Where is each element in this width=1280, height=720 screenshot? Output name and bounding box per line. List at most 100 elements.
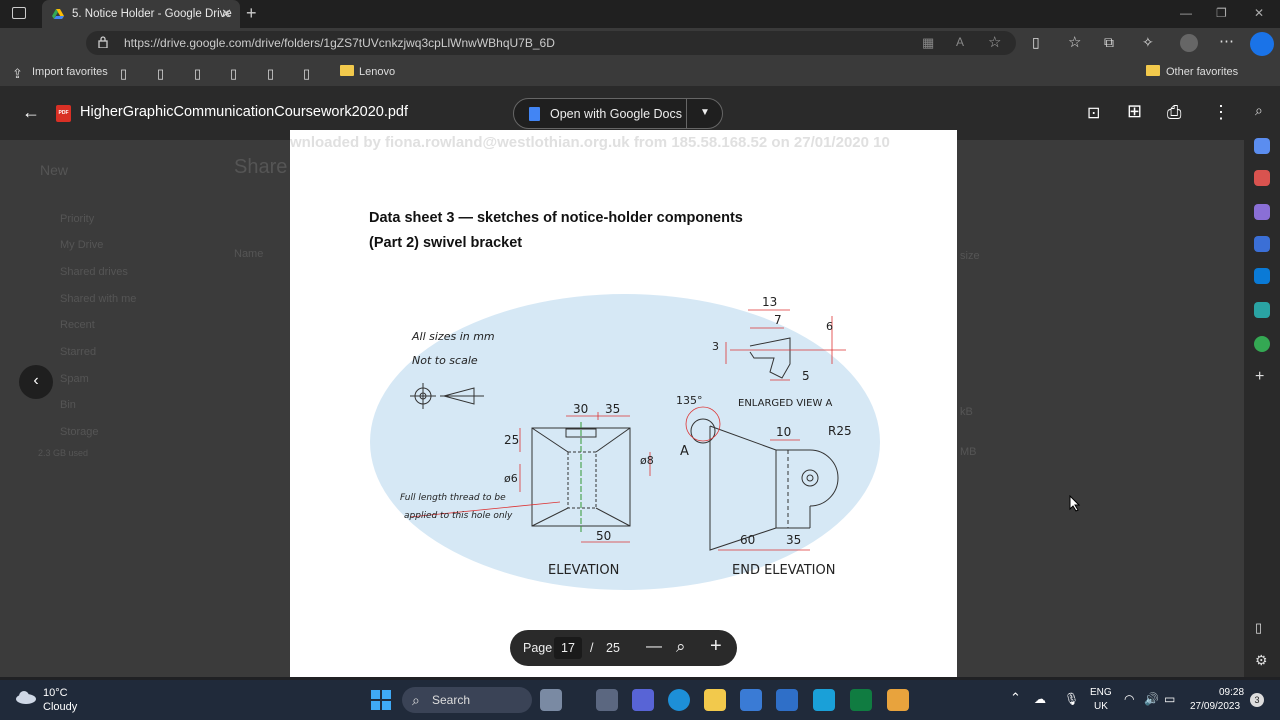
close-tab-icon[interactable]: ✕ [221,6,232,22]
excel-icon[interactable] [850,689,872,711]
dim-13: 13 [762,295,777,309]
more-menu-icon[interactable]: ⋯ [1219,32,1234,50]
app-i-icon[interactable] [887,689,909,711]
add-icon[interactable]: + [1255,368,1264,386]
clock-date[interactable]: 27/09/2023 [1190,701,1240,712]
taskbar-search-label: Search [432,693,471,707]
name-column: Name [234,248,264,260]
teams-icon[interactable] [632,689,654,711]
bookmark-page-icon[interactable]: ▯ [157,66,164,82]
windows-start-icon[interactable] [371,690,391,710]
tools-icon[interactable] [1254,170,1270,186]
tab-actions-icon[interactable] [12,7,26,19]
print-icon[interactable]: ⎙ [1167,102,1181,123]
collections-icon[interactable]: ⧉ [1104,34,1114,51]
folder-icon [340,65,354,76]
nav-recent: Recent [60,319,95,331]
nav-priority: Priority [60,213,95,225]
nav-shared-with-me: Shared with me [60,293,137,305]
note-scale: Not to scale [412,354,478,367]
minimize-icon[interactable]: — [1180,6,1192,20]
sheet-title: Data sheet 3 — sketches of notice-holder… [369,210,743,226]
sidebar-toggle-icon[interactable]: ▯ [1255,620,1262,636]
bookmark-import-favorites[interactable]: Import favorites [32,66,108,78]
language-2[interactable]: UK [1094,701,1108,712]
tab-title: 5. Notice Holder - Google Drive [72,8,232,20]
more-actions-icon[interactable]: ⋮ [1212,102,1230,123]
split-screen-icon[interactable]: ▯ [1032,34,1040,51]
maximize-icon[interactable]: ❐ [1216,6,1227,20]
bookmark-page-icon[interactable]: ▯ [267,66,274,82]
read-aloud-icon[interactable]: A [956,35,964,49]
dim-135: 135° [676,394,703,407]
mail-icon[interactable] [776,689,798,711]
send-icon[interactable] [1254,302,1270,318]
file-explorer-icon[interactable] [704,689,726,711]
dim-dia6: ø6 [504,472,518,485]
tree-icon[interactable] [1254,336,1270,352]
app-l-icon[interactable] [813,689,835,711]
store-icon[interactable] [740,689,762,711]
clock-time[interactable]: 09:28 [1219,687,1244,698]
note-sizes: All sizes in mm [411,330,495,343]
chevron-up-icon[interactable]: ⌃ [1010,690,1021,706]
close-window-icon[interactable]: ✕ [1254,6,1264,20]
copilot-side-icon[interactable] [1254,236,1270,252]
dim-30: 30 [573,402,588,416]
settings-icon[interactable]: ⚙ [1255,652,1268,669]
url-field[interactable]: https://drive.google.com/drive/folders/1… [86,31,1016,55]
browser-tab[interactable]: 5. Notice Holder - Google Drive ✕ [42,0,240,28]
bookmarks-bar: ⇪ Import favorites ▯ ▯ ▯ ▯ ▯ ▯ Lenovo Ot… [0,58,1280,86]
edge-icon[interactable] [668,689,690,711]
onedrive-icon[interactable]: ☁ [1034,692,1046,706]
bookmark-lenovo[interactable]: Lenovo [359,66,395,78]
profile-avatar[interactable] [1180,34,1198,52]
games-icon[interactable] [1254,204,1270,220]
wifi-icon[interactable]: ◠ [1124,692,1134,706]
zoom-in-icon[interactable]: + [710,635,722,658]
add-to-drive-icon[interactable]: ⊡ [1087,103,1100,123]
extensions-icon[interactable]: ✧ [1142,34,1154,51]
page-controls: Page 17 / 25 — ⌕ + [510,630,737,666]
dim-50: 50 [596,529,611,543]
favorites-icon[interactable]: ☆ [1068,33,1081,51]
dropdown-caret-icon[interactable]: ▼ [700,107,710,118]
open-with-button[interactable]: Open with Google Docs ▼ [513,98,723,129]
language-1[interactable]: ENG [1090,687,1112,698]
favorite-star-icon[interactable]: ☆ [988,33,1001,51]
zoom-out-icon[interactable]: — [646,638,662,656]
temperature: 10°C [43,687,68,699]
copilot-icon[interactable] [1250,32,1274,56]
other-favorites[interactable]: Other favorites [1166,66,1238,78]
bookmark-page-icon[interactable]: ▯ [230,66,237,82]
button-divider [686,99,687,129]
dim-10: 10 [776,425,791,439]
search-icon[interactable]: ⌕ [1255,102,1263,119]
previous-file-button[interactable]: ‹ [19,365,53,399]
battery-icon[interactable]: ▭ [1164,692,1175,706]
microphone-icon[interactable]: 🎙 [1064,692,1079,706]
back-arrow-icon[interactable]: ← [22,102,40,123]
outlook-icon[interactable] [1254,268,1270,284]
bookmark-page-icon[interactable]: ▯ [303,66,310,82]
add-shortcut-icon[interactable]: ⊞ [1127,101,1142,122]
app-available-icon[interactable]: ▦ [922,35,934,51]
swivel-bracket-sketch: All sizes in mm Not to scale 30 35 25 ø6… [370,294,880,590]
new-tab-icon[interactable]: + [246,3,257,24]
bookmark-page-icon[interactable]: ▯ [194,66,201,82]
taskbar-search[interactable]: Search [402,687,532,713]
dim-r25: R25 [828,424,852,438]
google-drive-icon [52,9,64,19]
nav-spam: Spam [60,373,89,385]
task-view-icon[interactable] [596,689,618,711]
marker-a: A [680,444,689,459]
open-with-label: Open with Google Docs [550,107,683,121]
page-number-input[interactable]: 17 [554,637,582,659]
notification-badge[interactable]: 3 [1250,693,1264,707]
shopping-icon[interactable] [1254,138,1270,154]
bookmark-page-icon[interactable]: ▯ [120,66,127,82]
dim-5: 5 [802,369,810,383]
widget-icon[interactable] [540,689,562,711]
storage-used: 2.3 GB used [38,448,89,458]
volume-icon[interactable]: 🔊 [1144,692,1159,706]
